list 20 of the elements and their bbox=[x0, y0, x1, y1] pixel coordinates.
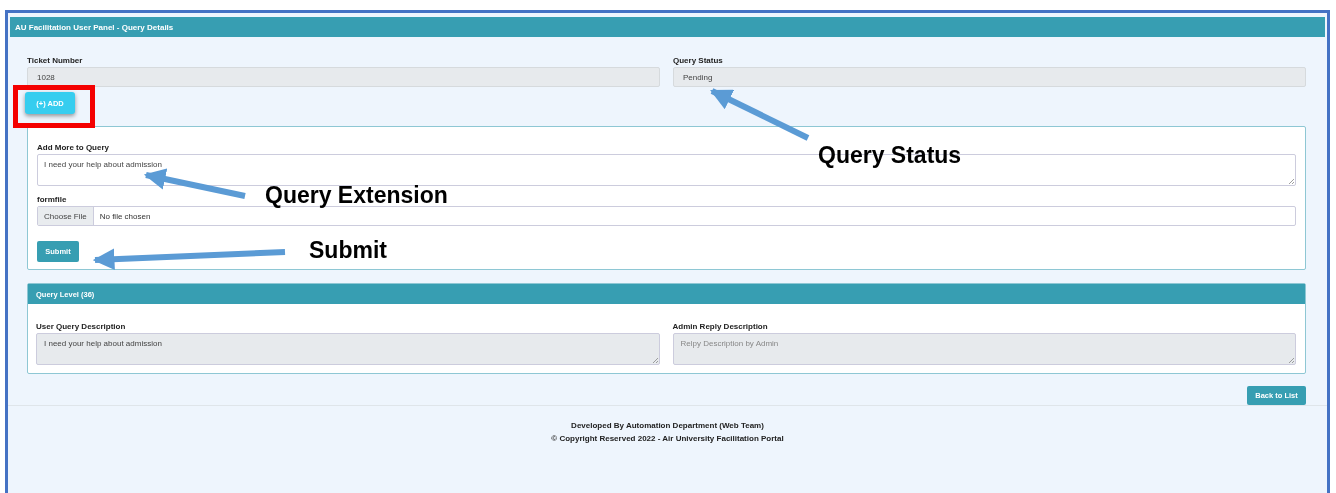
resize-grip-icon[interactable] bbox=[651, 357, 658, 363]
user-description-field: I need your help about admission bbox=[36, 333, 660, 365]
choose-file-button[interactable]: Choose File bbox=[38, 207, 94, 225]
resize-grip-icon[interactable] bbox=[1288, 357, 1294, 363]
panel-title: AU Facilitation User Panel - Query Details bbox=[15, 22, 174, 32]
file-status: No file chosen bbox=[98, 210, 151, 223]
field-label: Query Status bbox=[673, 56, 724, 66]
resize-grip-icon[interactable] bbox=[1288, 178, 1294, 184]
callout-label: Submit bbox=[309, 239, 387, 262]
field-label: User Query Description bbox=[36, 322, 127, 332]
field-label: Ticket Number bbox=[27, 56, 84, 66]
admin-reply-field: Relpy Description by Admin bbox=[672, 333, 1296, 365]
read-only-field: Pending bbox=[673, 67, 1306, 87]
field-label: Admin Reply Description bbox=[672, 322, 769, 332]
footer-text: © Copyright Reserved 2022 - Air University Facilitation Portal bbox=[551, 434, 784, 443]
read-only-field: 1028 bbox=[27, 67, 660, 87]
footer-text: Developed By Automation Department (Web Team) bbox=[571, 421, 764, 430]
field-label: formfile bbox=[37, 195, 68, 205]
callout-label: Query Extension bbox=[265, 184, 448, 207]
field-label: Add More to Query bbox=[37, 143, 110, 153]
